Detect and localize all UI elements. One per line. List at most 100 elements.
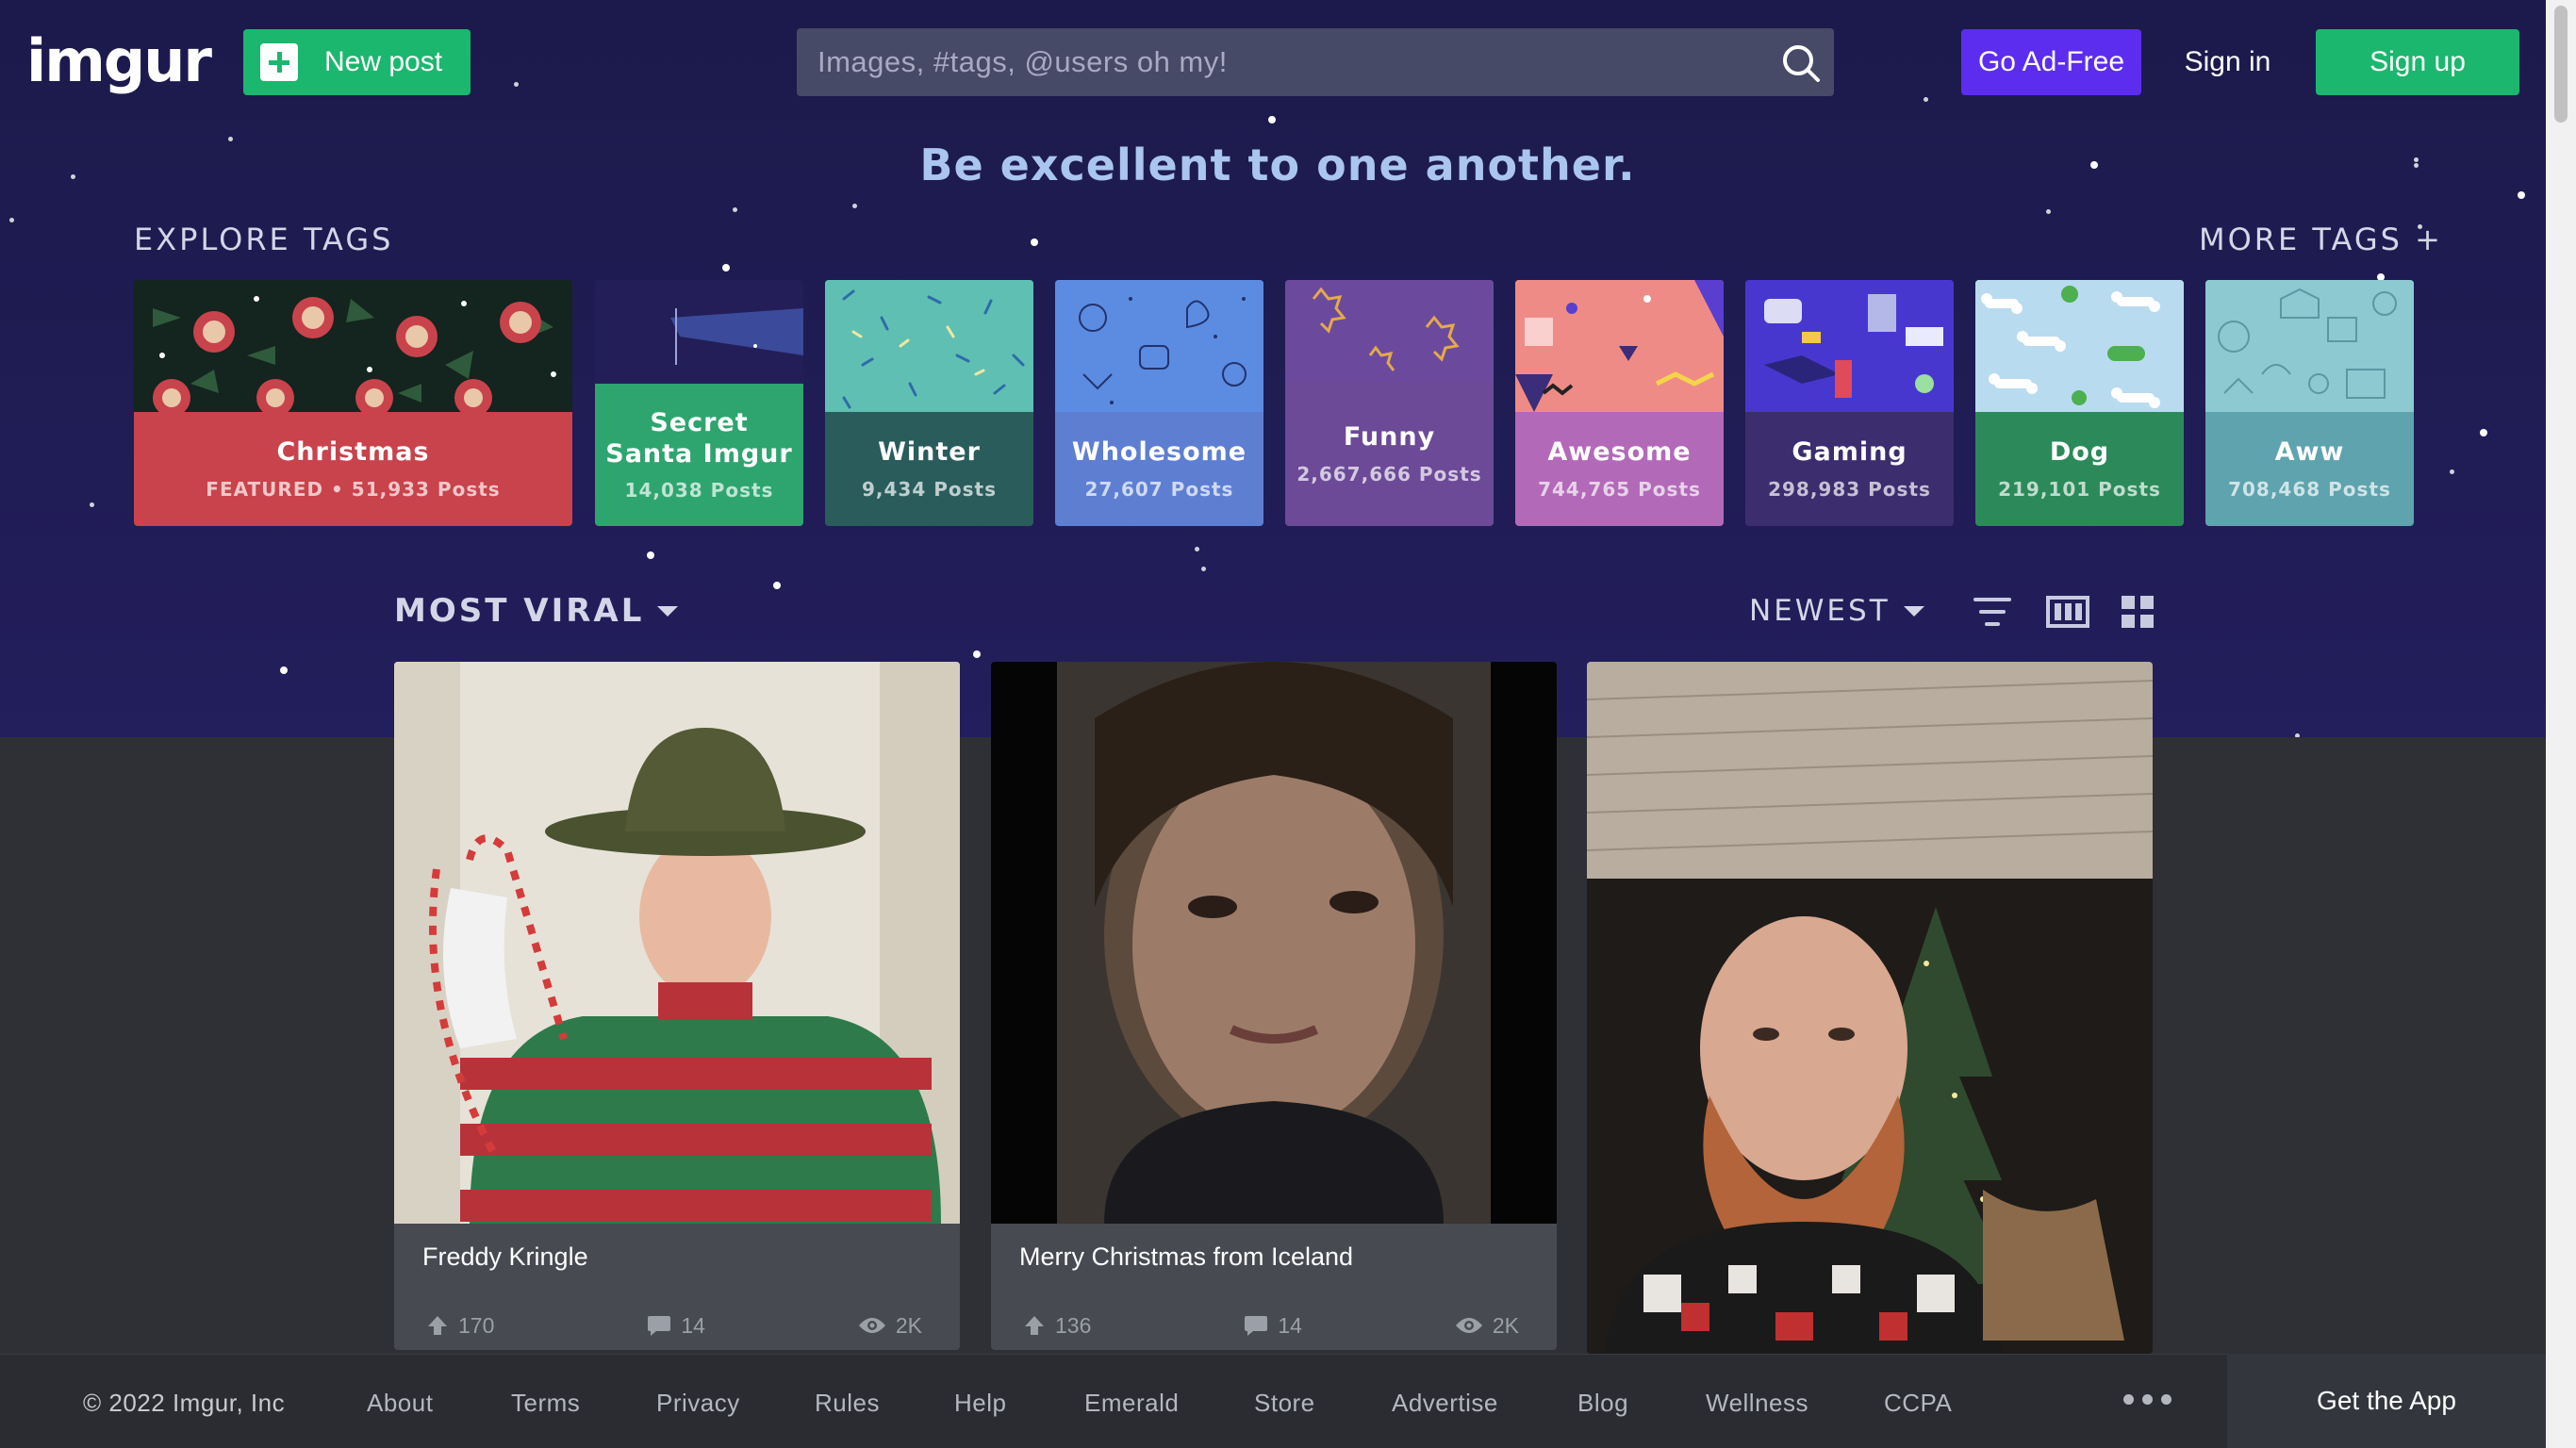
tag-art-secret-santa	[595, 280, 803, 384]
tag-card-gaming[interactable]: Gaming 298,983 Posts	[1745, 280, 1954, 526]
post-title[interactable]: Merry Christmas from Iceland	[991, 1224, 1557, 1288]
post-card[interactable]: Freddy Kringle 170 14 2K	[394, 662, 960, 1350]
tag-card-wholesome[interactable]: Wholesome 27,607 Posts	[1055, 280, 1263, 526]
star	[722, 264, 730, 272]
post-card[interactable]: Merry Christmas from Iceland 136 14 2K	[991, 662, 1557, 1350]
sign-up-button[interactable]: Sign up	[2316, 29, 2519, 95]
comment-stat[interactable]: 14	[647, 1313, 705, 1339]
tag-card-funny[interactable]: Funny 2,667,666 Posts	[1285, 280, 1494, 526]
tag-name: Aww	[2274, 437, 2345, 468]
search-bar[interactable]	[797, 28, 1834, 96]
tag-post-count: 9,434 Posts	[862, 477, 997, 501]
tag-body: Wholesome 27,607 Posts	[1055, 412, 1263, 526]
plus-icon	[260, 43, 298, 81]
tag-post-count: 219,101 Posts	[1998, 477, 2161, 501]
footer-link-terms[interactable]: Terms	[511, 1389, 580, 1418]
footer-link-store[interactable]: Store	[1254, 1389, 1315, 1418]
post-image	[394, 662, 960, 1224]
view-stat: 2K	[1455, 1313, 1519, 1339]
star	[1031, 239, 1038, 246]
comment-bubble-icon	[1245, 1316, 1268, 1336]
eye-icon	[1455, 1318, 1482, 1333]
more-tags-link[interactable]: MORE TAGS +	[2199, 222, 2443, 257]
tag-post-count: 744,765 Posts	[1538, 477, 1701, 501]
page-scrollbar[interactable]	[2546, 0, 2576, 1448]
tag-post-count: 2,667,666 Posts	[1296, 462, 1482, 485]
tag-card-awesome[interactable]: Awesome 744,765 Posts	[1515, 280, 1724, 526]
star	[773, 582, 781, 589]
eye-icon	[858, 1318, 885, 1333]
sign-in-link[interactable]: Sign in	[2169, 29, 2287, 95]
footer-link-emerald[interactable]: Emerald	[1084, 1389, 1179, 1418]
tag-post-count: 298,983 Posts	[1768, 477, 1931, 501]
post-stats: 136 14 2K	[991, 1288, 1557, 1350]
tag-card-aww[interactable]: Aww 708,468 Posts	[2205, 280, 2414, 526]
footer-link-blog[interactable]: Blog	[1577, 1389, 1628, 1418]
search-icon[interactable]	[1766, 28, 1834, 96]
section-sort-dropdown[interactable]: MOST VIRAL	[394, 592, 679, 630]
scrollbar-thumb[interactable]	[2554, 6, 2568, 123]
footer-link-privacy[interactable]: Privacy	[656, 1389, 740, 1418]
upvote-count: 136	[1055, 1312, 1092, 1338]
order-sort-dropdown[interactable]: NEWEST	[1749, 594, 1924, 628]
tag-body: Gaming 298,983 Posts	[1745, 412, 1954, 526]
tag-name: Awesome	[1547, 437, 1692, 468]
star	[1268, 116, 1276, 123]
footer-link-wellness[interactable]: Wellness	[1706, 1389, 1808, 1418]
tag-name: Secret Santa Imgur	[605, 408, 793, 469]
tag-art-aww	[2205, 280, 2414, 412]
tag-name: Dog	[2049, 437, 2110, 468]
tag-post-count: 14,038 Posts	[624, 478, 774, 502]
upvote-stat[interactable]: 170	[426, 1313, 494, 1339]
more-options-icon[interactable]	[2123, 1394, 2171, 1405]
tag-card-secret-santa[interactable]: Secret Santa Imgur 14,038 Posts	[595, 280, 803, 526]
star	[2480, 429, 2487, 436]
star	[2450, 469, 2454, 474]
footer-link-advertise[interactable]: Advertise	[1392, 1389, 1498, 1418]
star	[733, 207, 737, 212]
star	[647, 551, 654, 559]
new-post-button[interactable]: New post	[243, 29, 471, 95]
tag-card-dog[interactable]: Dog 219,101 Posts	[1975, 280, 2184, 526]
tag-name: Christmas	[276, 437, 430, 468]
tag-body: Awesome 744,765 Posts	[1515, 412, 1724, 526]
post-stats: 170 14 2K	[394, 1288, 960, 1350]
get-the-app-button[interactable]: Get the App	[2227, 1354, 2546, 1448]
star	[9, 218, 14, 222]
imgur-logo[interactable]: imgur	[26, 26, 212, 95]
star	[852, 204, 857, 208]
tag-name: Funny	[1343, 422, 1436, 452]
tag-card-winter[interactable]: Winter 9,434 Posts	[825, 280, 1033, 526]
star	[2518, 191, 2525, 199]
grid-view-icon[interactable]	[2122, 596, 2154, 633]
go-ad-free-button[interactable]: Go Ad-Free	[1961, 29, 2141, 95]
order-sort-label: NEWEST	[1749, 594, 1891, 628]
footer-link-help[interactable]: Help	[954, 1389, 1006, 1418]
post-title[interactable]: Freddy Kringle	[394, 1224, 960, 1288]
tag-card-christmas[interactable]: Christmas FEATURED • 51,933 Posts	[134, 280, 572, 526]
waterfall-view-icon[interactable]	[2046, 596, 2089, 633]
comment-stat[interactable]: 14	[1244, 1313, 1302, 1339]
upvote-arrow-icon	[1025, 1316, 1044, 1335]
tag-art-awesome	[1515, 280, 1724, 412]
tag-body: Christmas FEATURED • 51,933 Posts	[134, 412, 572, 526]
star	[514, 82, 519, 87]
comment-count: 14	[681, 1312, 705, 1338]
post-card[interactable]	[1587, 662, 2153, 1354]
search-input[interactable]	[797, 45, 1766, 79]
footer-link-ccpa[interactable]: CCPA	[1884, 1389, 1952, 1418]
tag-body: Funny 2,667,666 Posts	[1285, 382, 1494, 526]
star	[1924, 97, 1928, 102]
view-count: 2K	[895, 1312, 922, 1338]
tag-name: Gaming	[1792, 437, 1907, 468]
star	[280, 666, 288, 674]
upvote-stat[interactable]: 136	[1023, 1313, 1091, 1339]
star	[90, 502, 94, 507]
filter-icon[interactable]	[1973, 596, 2012, 633]
tag-art-christmas	[134, 280, 572, 412]
tag-body: Aww 708,468 Posts	[2205, 412, 2414, 526]
footer-link-rules[interactable]: Rules	[815, 1389, 880, 1418]
caret-down-icon	[657, 605, 679, 617]
footer-link-about[interactable]: About	[367, 1389, 433, 1418]
tag-post-count: 708,468 Posts	[2228, 477, 2391, 501]
